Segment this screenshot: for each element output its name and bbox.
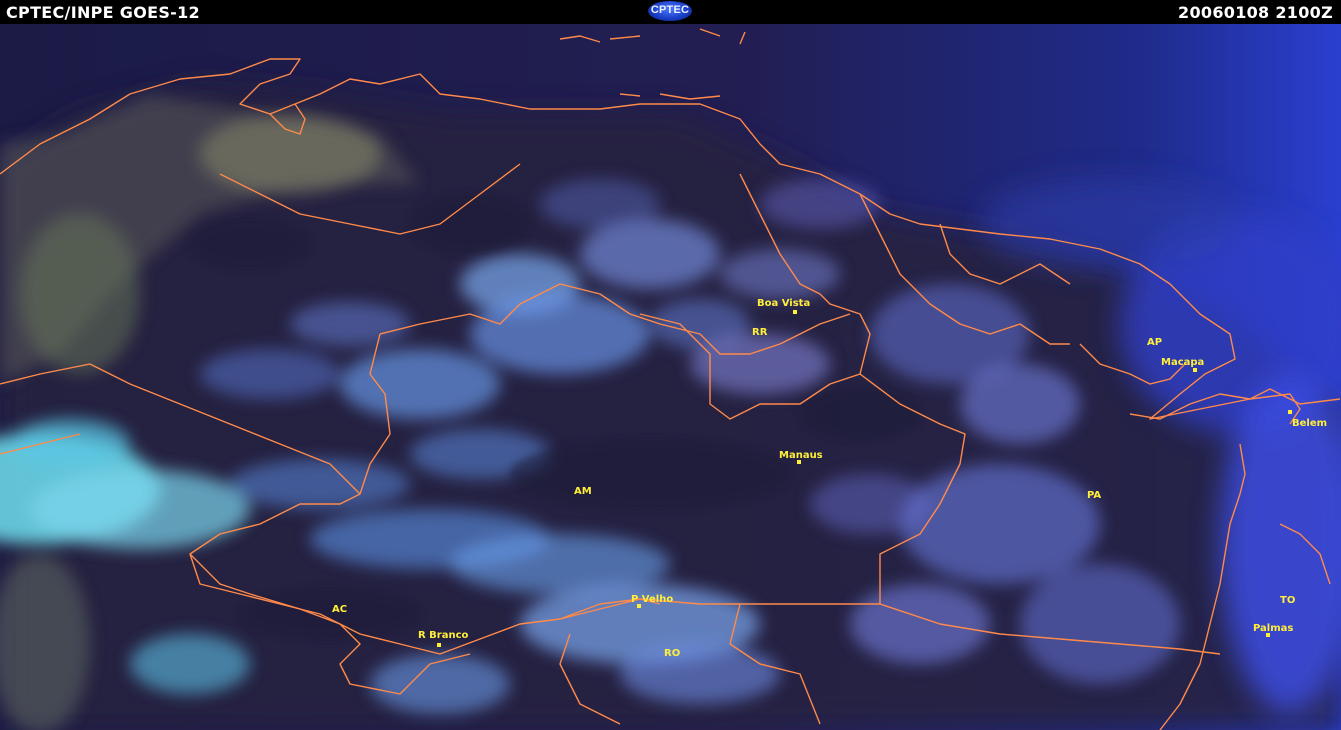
city-label-boa-vista: Boa Vista [757, 298, 810, 309]
city-label-palmas: Palmas [1253, 623, 1293, 634]
cptec-logo: CPTEC [648, 1, 692, 21]
city-dot-p-velho [637, 604, 641, 608]
state-label-ro: RO [664, 648, 680, 659]
state-label-to: TO [1280, 595, 1295, 606]
state-label-pa: PA [1087, 490, 1101, 501]
satellite-map: RR AP AM PA AC RO TO Boa Vista Macapa Be… [0, 24, 1341, 730]
satellite-viewer: CPTEC/INPE GOES-12 20060108 2100Z CPTEC [0, 0, 1341, 730]
logo-text: CPTEC [650, 4, 690, 16]
source-label: CPTEC/INPE GOES-12 [6, 3, 200, 22]
city-label-manaus: Manaus [779, 450, 823, 461]
city-label-p-velho: P Velho [631, 594, 673, 605]
city-label-belem: Belem [1292, 418, 1327, 429]
state-label-ap: AP [1147, 337, 1162, 348]
city-dot-macapa [1193, 368, 1197, 372]
state-label-ac: AC [332, 604, 347, 615]
state-label-rr: RR [752, 327, 768, 338]
city-dot-r-branco [437, 643, 441, 647]
city-dot-belem [1288, 410, 1292, 414]
datetime-label: 20060108 2100Z [1178, 3, 1333, 22]
city-label-r-branco: R Branco [418, 630, 469, 641]
city-dot-manaus [797, 460, 801, 464]
city-label-macapa: Macapa [1161, 357, 1204, 368]
city-dot-palmas [1266, 633, 1270, 637]
state-label-am: AM [574, 486, 592, 497]
city-dot-boa-vista [793, 310, 797, 314]
